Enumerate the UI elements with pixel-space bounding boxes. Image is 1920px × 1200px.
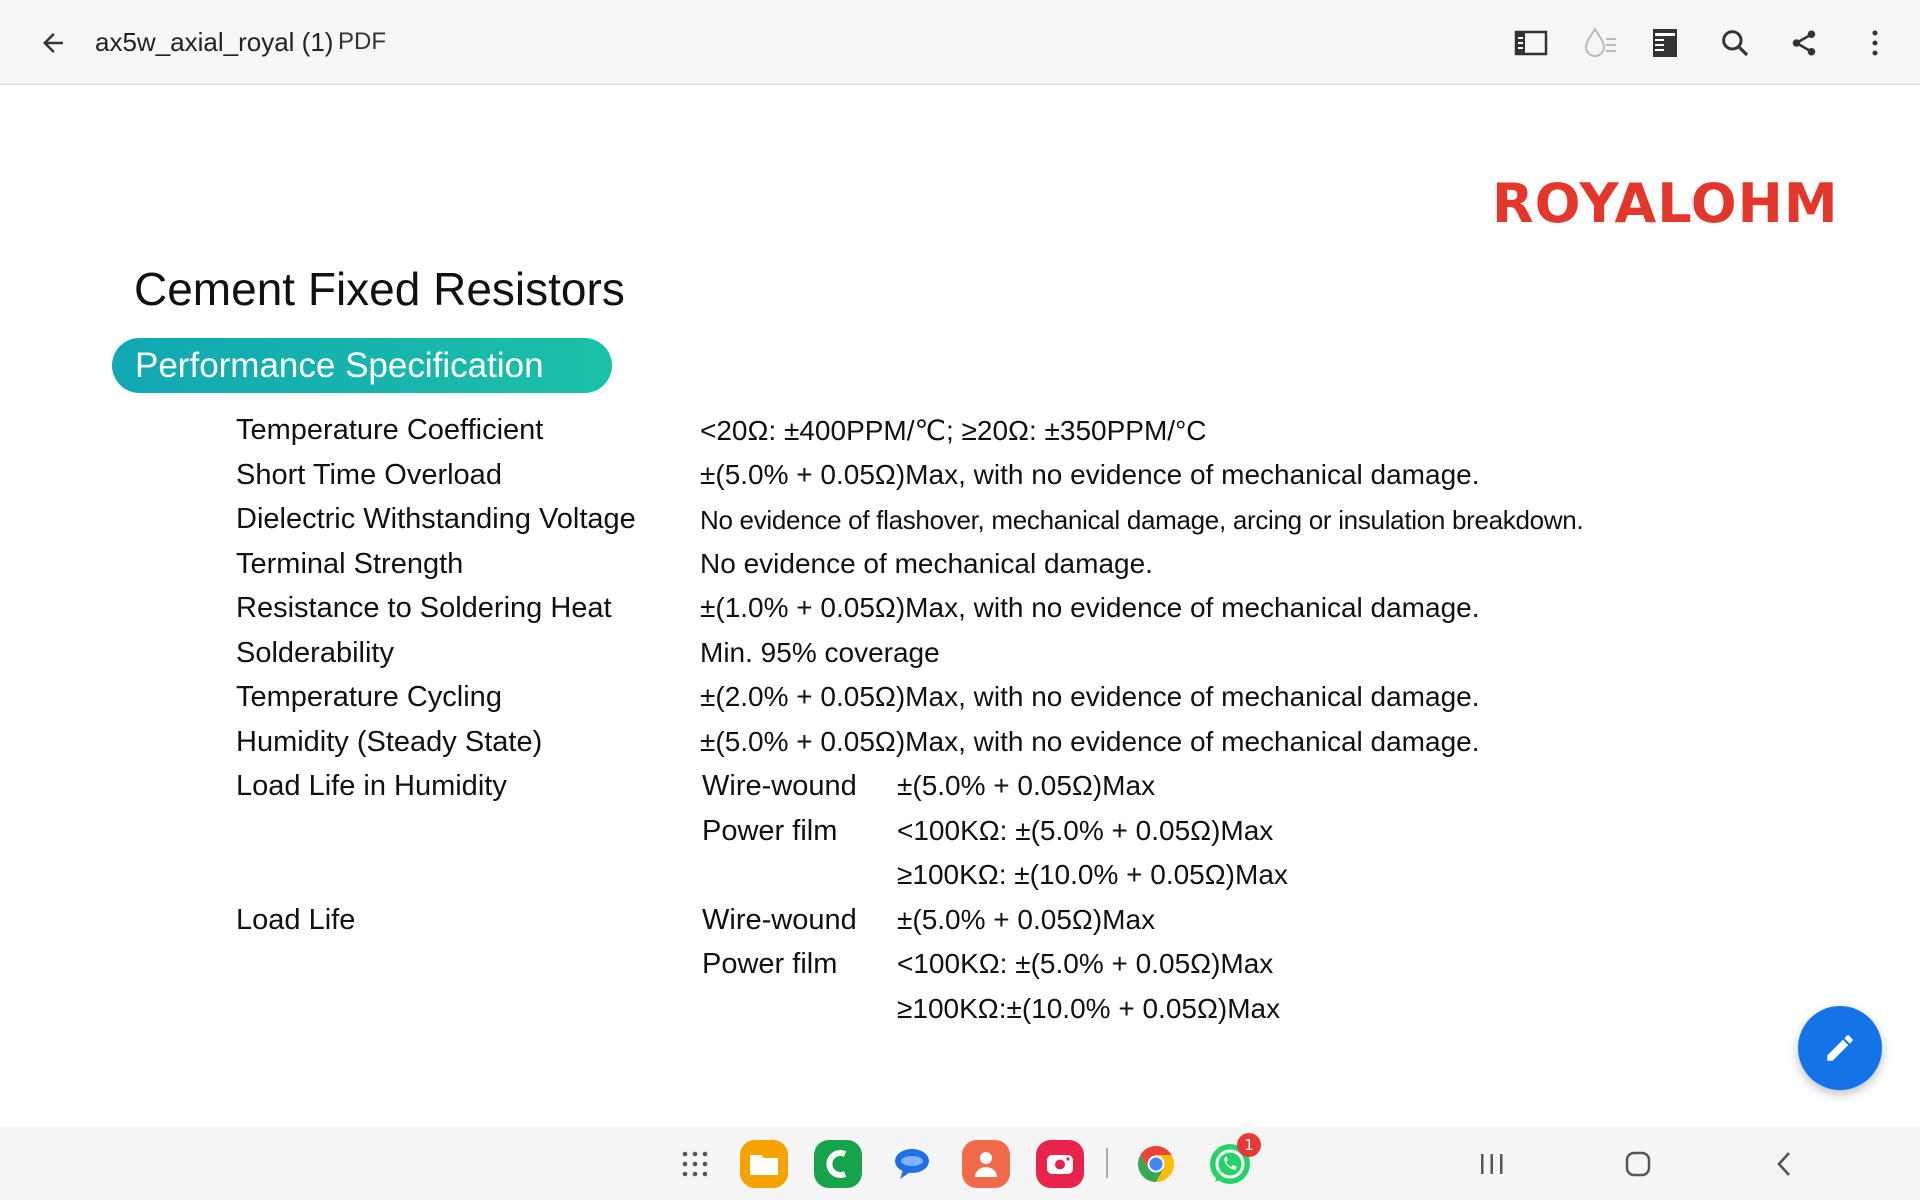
panel-view-icon	[1514, 30, 1548, 56]
phone-app[interactable]	[814, 1140, 862, 1188]
more-vert-icon	[1872, 30, 1878, 56]
spec-label: Temperature Coefficient	[236, 414, 544, 446]
sub-value: ≥100KΩ: ±(10.0% + 0.05Ω)Max	[897, 859, 1288, 890]
screen-recorder-icon	[1047, 1155, 1073, 1174]
app-bar: ax5w_axial_royal (1) PDF	[0, 0, 1920, 85]
spec-label: Humidity (Steady State)	[236, 726, 543, 758]
chrome-icon	[1137, 1146, 1175, 1182]
sub-label-wire-wound: Wire-wound	[702, 770, 857, 802]
spec-label: Solderability	[236, 637, 394, 669]
recents-button[interactable]	[1468, 1142, 1516, 1186]
spec-value: <20Ω: ±400PPM/℃; ≥20Ω: ±350PPM/°C	[700, 415, 1207, 446]
panel-view-button[interactable]	[1506, 18, 1556, 68]
spec-label: Terminal Strength	[236, 548, 464, 580]
document-title: ax5w_axial_royal (1)	[95, 27, 334, 57]
spec-value: ±(5.0% + 0.05Ω)Max, with no evidence of …	[700, 459, 1480, 490]
spec-value: Min. 95% coverage	[700, 637, 940, 668]
search-icon	[1722, 30, 1749, 57]
spec-value: No evidence of flashover, mechanical dam…	[700, 505, 1584, 535]
back-button[interactable]	[30, 20, 76, 66]
phone-icon	[826, 1150, 847, 1178]
recents-icon	[1481, 1154, 1503, 1174]
whatsapp-notification-badge: 1	[1237, 1133, 1261, 1157]
nav-back-button[interactable]	[1760, 1142, 1808, 1186]
screen-recorder-app[interactable]	[1036, 1140, 1084, 1188]
document-type: PDF	[338, 28, 386, 55]
spec-value: ±(5.0% + 0.05Ω)Max, with no evidence of …	[700, 726, 1480, 757]
liquid-mode-icon	[1584, 27, 1616, 57]
sub-label-power-film: Power film	[702, 948, 838, 980]
edit-fab[interactable]	[1798, 1006, 1882, 1090]
messages-app[interactable]	[888, 1140, 936, 1188]
sub-value: ±(5.0% + 0.05Ω)Max	[897, 904, 1156, 935]
reading-mode-icon	[1653, 29, 1677, 57]
contacts-app[interactable]	[962, 1140, 1010, 1188]
spec-label: Temperature Cycling	[236, 681, 502, 713]
royalohm-logo: ROYALOHM	[1492, 172, 1839, 235]
spec-label-load-life-humidity: Load Life in Humidity	[236, 770, 507, 802]
app-drawer-button[interactable]	[671, 1140, 719, 1188]
pencil-icon	[1827, 1035, 1853, 1061]
home-button[interactable]	[1614, 1142, 1662, 1186]
back-icon	[1777, 1152, 1790, 1176]
spec-label: Dielectric Withstanding Voltage	[236, 503, 636, 535]
sub-value: <100KΩ: ±(5.0% + 0.05Ω)Max	[897, 815, 1274, 846]
taskbar-divider	[1106, 1148, 1108, 1178]
back-arrow-icon	[43, 33, 63, 53]
liquid-mode-button[interactable]	[1575, 18, 1625, 68]
section-header: Performance Specification	[112, 338, 612, 393]
spec-value: ±(1.0% + 0.05Ω)Max, with no evidence of …	[700, 592, 1480, 623]
sub-label-wire-wound: Wire-wound	[702, 904, 857, 936]
spec-value: ±(2.0% + 0.05Ω)Max, with no evidence of …	[700, 681, 1480, 712]
chrome-app[interactable]	[1132, 1140, 1180, 1188]
sub-value: ±(5.0% + 0.05Ω)Max	[897, 770, 1156, 801]
messages-icon	[895, 1149, 929, 1179]
sub-label-power-film: Power film	[702, 815, 838, 847]
my-files-icon	[750, 1155, 778, 1175]
section-header-label: Performance Specification	[135, 346, 544, 385]
search-button[interactable]	[1710, 18, 1760, 68]
page-title: Cement Fixed Resistors	[134, 263, 625, 315]
sub-value: ≥100KΩ:±(10.0% + 0.05Ω)Max	[897, 993, 1281, 1024]
share-icon	[1792, 30, 1816, 56]
spec-label: Resistance to Soldering Heat	[236, 592, 612, 624]
app-drawer-icon	[682, 1151, 708, 1177]
home-icon	[1625, 1151, 1651, 1177]
sub-value: <100KΩ: ±(5.0% + 0.05Ω)Max	[897, 948, 1274, 979]
my-files-app[interactable]	[740, 1140, 788, 1188]
spec-label: Short Time Overload	[236, 459, 502, 491]
spec-value: No evidence of mechanical damage.	[700, 548, 1153, 579]
more-options-button[interactable]	[1850, 18, 1900, 68]
contacts-icon	[975, 1152, 997, 1177]
reading-mode-button[interactable]	[1640, 18, 1690, 68]
share-button[interactable]	[1779, 18, 1829, 68]
spec-label-load-life: Load Life	[236, 904, 356, 936]
